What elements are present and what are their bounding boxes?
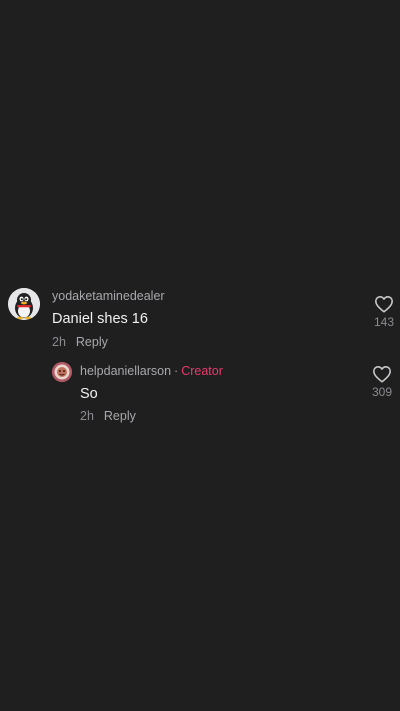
reply-text: So [80,386,98,402]
reply-meta: 2h Reply [80,409,136,423]
comment-username[interactable]: yodaketaminedealer [52,289,165,303]
reply-button[interactable]: Reply [76,335,108,349]
comment-item: yodaketaminedealer Daniel shes 16 2h Repl… [0,285,400,355]
creator-badge: Creator [181,364,223,378]
like-count: 309 [371,385,393,399]
reply-timestamp: 2h [80,409,94,423]
replier-avatar[interactable] [52,362,72,382]
comment-meta: 2h Reply [52,335,108,349]
reply-username-line: helpdaniellarson · Creator [80,364,223,378]
reply-item: helpdaniellarson · Creator So 2h Reply 309 [0,360,400,430]
reply-button[interactable]: Reply [104,409,136,423]
reply-username[interactable]: helpdaniellarson [80,364,171,378]
like-button[interactable]: 309 [367,365,397,399]
heart-icon [375,296,393,313]
comment-text: Daniel shes 16 [52,311,148,327]
profile-avatar-icon [52,362,72,382]
like-count: 143 [373,315,395,329]
separator-dot: · [174,364,179,378]
like-button[interactable]: 143 [369,295,399,329]
heart-icon [373,366,391,383]
comment-timestamp: 2h [52,335,66,349]
commenter-avatar[interactable] [8,288,40,320]
penguin-icon [8,288,40,320]
